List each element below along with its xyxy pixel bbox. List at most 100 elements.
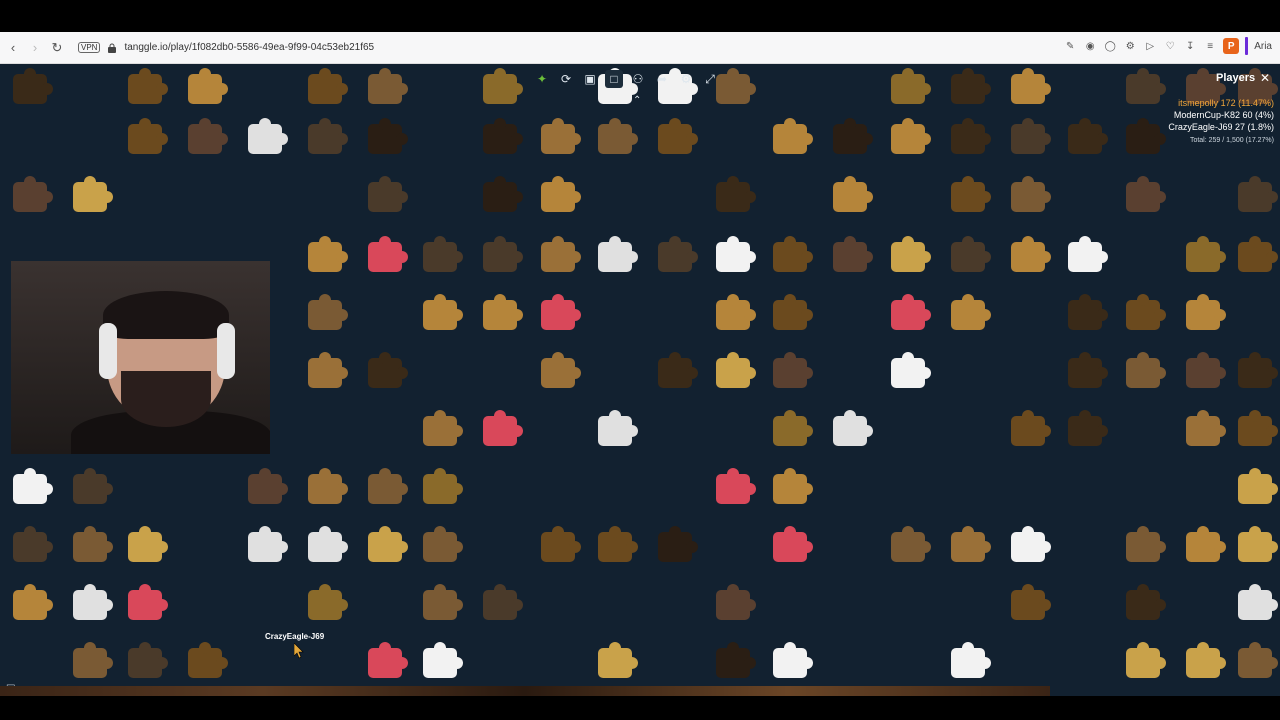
puzzle-piece[interactable] xyxy=(773,410,813,446)
puzzle-piece[interactable] xyxy=(1126,352,1166,388)
puzzle-piece[interactable] xyxy=(308,584,348,620)
forward-icon[interactable]: › xyxy=(24,37,46,59)
puzzle-piece[interactable] xyxy=(308,352,348,388)
menu-icon[interactable]: ≡ xyxy=(1203,39,1217,53)
puzzle-piece[interactable] xyxy=(368,526,408,562)
puzzle-piece[interactable] xyxy=(716,294,756,330)
puzzle-piece[interactable] xyxy=(308,294,348,330)
chevron-up-icon[interactable]: ⌃ xyxy=(633,95,641,106)
address-bar[interactable]: tangglе.io/play/1f082db0-5586-49ea-9f99-… xyxy=(124,42,374,53)
puzzle-piece[interactable] xyxy=(598,236,638,272)
puzzle-piece[interactable] xyxy=(423,410,463,446)
puzzle-piece[interactable] xyxy=(951,642,991,678)
puzzle-piece[interactable] xyxy=(716,642,756,678)
puzzle-piece[interactable] xyxy=(1068,294,1108,330)
rotate-icon[interactable]: ⟳ xyxy=(557,70,575,88)
puzzle-piece[interactable] xyxy=(308,68,348,104)
fullscreen-icon[interactable]: ⤢ xyxy=(701,70,719,88)
puzzle-piece[interactable] xyxy=(188,642,228,678)
puzzle-piece[interactable] xyxy=(1238,352,1278,388)
puzzle-piece[interactable] xyxy=(188,68,228,104)
puzzle-piece[interactable] xyxy=(1126,642,1166,678)
puzzle-piece[interactable] xyxy=(128,68,168,104)
puzzle-piece[interactable] xyxy=(483,294,523,330)
vpn-badge[interactable]: VPN xyxy=(78,42,101,53)
puzzle-piece[interactable] xyxy=(1186,642,1226,678)
puzzle-piece[interactable] xyxy=(1011,526,1051,562)
puzzle-piece[interactable] xyxy=(368,176,408,212)
puzzle-piece[interactable] xyxy=(368,236,408,272)
puzzle-piece[interactable] xyxy=(541,526,581,562)
puzzle-piece[interactable] xyxy=(1186,410,1226,446)
puzzle-piece[interactable] xyxy=(1238,176,1278,212)
puzzle-piece[interactable] xyxy=(483,176,523,212)
puzzle-piece[interactable] xyxy=(773,118,813,154)
puzzle-piece[interactable] xyxy=(1186,352,1226,388)
puzzle-piece[interactable] xyxy=(13,176,53,212)
puzzle-piece[interactable] xyxy=(541,176,581,212)
puzzle-piece[interactable] xyxy=(951,118,991,154)
puzzle-piece[interactable] xyxy=(1011,176,1051,212)
puzzle-piece[interactable] xyxy=(368,468,408,504)
puzzle-piece[interactable] xyxy=(13,526,53,562)
puzzle-piece[interactable] xyxy=(73,584,113,620)
edit-icon[interactable]: ✎ xyxy=(1063,39,1077,53)
box-icon[interactable]: □ xyxy=(605,70,623,88)
settings-icon[interactable]: ⚙ xyxy=(677,70,695,88)
puzzle-piece[interactable] xyxy=(951,176,991,212)
puzzle-piece[interactable] xyxy=(598,642,638,678)
puzzle-piece[interactable] xyxy=(483,410,523,446)
puzzle-piece[interactable] xyxy=(1238,410,1278,446)
puzzle-icon[interactable]: ✦ xyxy=(533,70,551,88)
puzzle-piece[interactable] xyxy=(423,236,463,272)
puzzle-piece[interactable] xyxy=(1126,68,1166,104)
puzzle-piece[interactable] xyxy=(951,294,991,330)
puzzle-piece[interactable] xyxy=(308,526,348,562)
puzzle-piece[interactable] xyxy=(128,526,168,562)
puzzle-piece[interactable] xyxy=(248,118,288,154)
puzzle-piece[interactable] xyxy=(951,236,991,272)
puzzle-piece[interactable] xyxy=(1126,584,1166,620)
puzzle-piece[interactable] xyxy=(1068,118,1108,154)
puzzle-piece[interactable] xyxy=(658,526,698,562)
puzzle-piece[interactable] xyxy=(716,584,756,620)
puzzle-piece[interactable] xyxy=(773,352,813,388)
puzzle-piece[interactable] xyxy=(833,176,873,212)
puzzle-piece[interactable] xyxy=(13,584,53,620)
puzzle-piece[interactable] xyxy=(308,236,348,272)
puzzle-piece[interactable] xyxy=(188,118,228,154)
puzzle-piece[interactable] xyxy=(598,526,638,562)
puzzle-piece[interactable] xyxy=(1011,410,1051,446)
puzzle-piece[interactable] xyxy=(773,468,813,504)
puzzle-piece[interactable] xyxy=(248,468,288,504)
puzzle-piece[interactable] xyxy=(891,294,931,330)
puzzle-piece[interactable] xyxy=(1126,526,1166,562)
share-icon[interactable]: ➦ xyxy=(653,70,671,88)
puzzle-piece[interactable] xyxy=(891,352,931,388)
puzzle-piece[interactable] xyxy=(128,642,168,678)
puzzle-piece[interactable] xyxy=(1238,526,1278,562)
puzzle-piece[interactable] xyxy=(1238,642,1278,678)
puzzle-piece[interactable] xyxy=(833,236,873,272)
play-icon[interactable]: ▷ xyxy=(1143,39,1157,53)
puzzle-piece[interactable] xyxy=(891,68,931,104)
puzzle-piece[interactable] xyxy=(1186,236,1226,272)
puzzle-piece[interactable] xyxy=(73,468,113,504)
puzzle-piece[interactable] xyxy=(773,526,813,562)
extension-icon[interactable]: ⚙ xyxy=(1123,39,1137,53)
puzzle-piece[interactable] xyxy=(368,68,408,104)
puzzle-piece[interactable] xyxy=(716,176,756,212)
puzzle-piece[interactable] xyxy=(1238,584,1278,620)
puzzle-piece[interactable] xyxy=(1068,410,1108,446)
puzzle-piece[interactable] xyxy=(658,352,698,388)
puzzle-piece[interactable] xyxy=(598,118,638,154)
camera-icon[interactable]: ◉ xyxy=(1083,39,1097,53)
puzzle-piece[interactable] xyxy=(483,118,523,154)
puzzle-piece[interactable] xyxy=(1068,352,1108,388)
puzzle-piece[interactable] xyxy=(423,642,463,678)
puzzle-piece[interactable] xyxy=(773,642,813,678)
puzzle-piece[interactable] xyxy=(1126,176,1166,212)
puzzle-piece[interactable] xyxy=(13,68,53,104)
download-icon[interactable]: ↧ xyxy=(1183,39,1197,53)
puzzle-piece[interactable] xyxy=(1126,294,1166,330)
